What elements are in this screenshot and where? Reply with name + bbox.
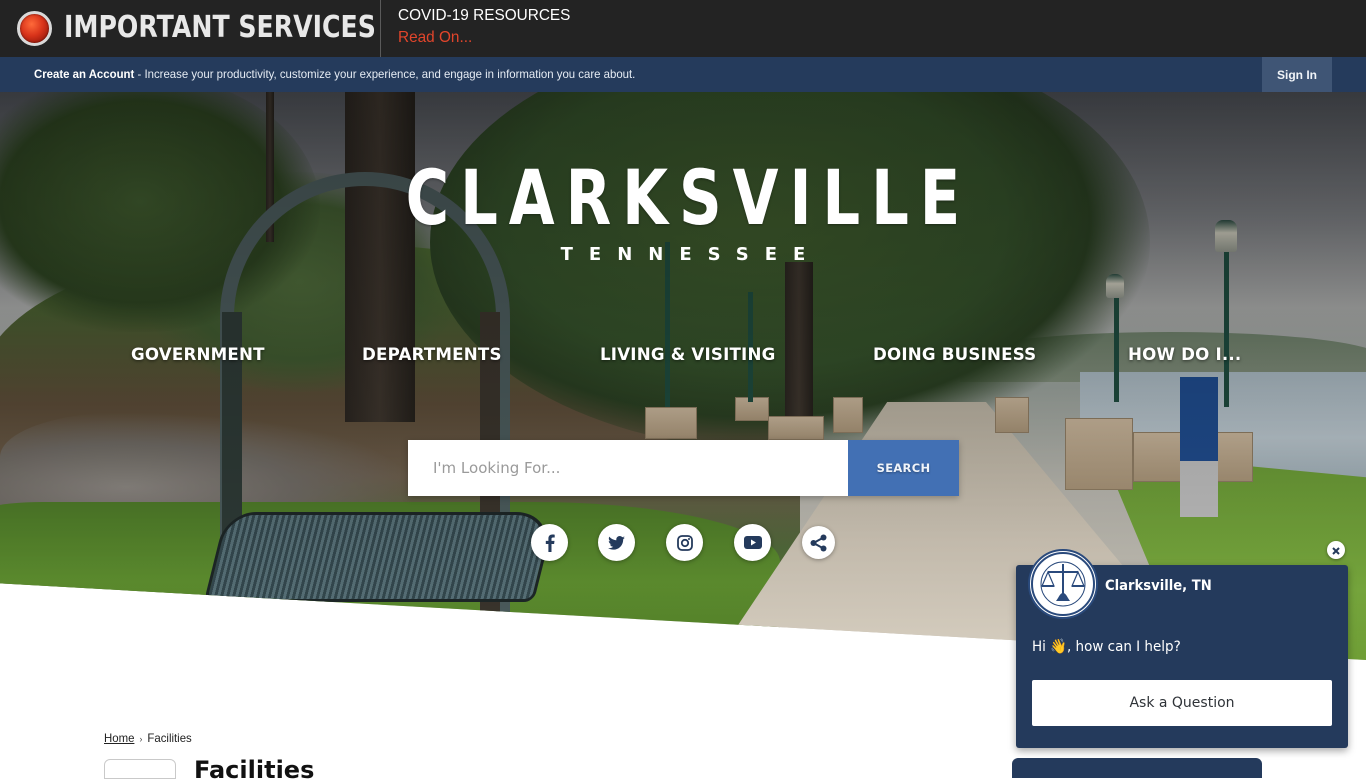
search-button[interactable]: SEARCH — [848, 440, 959, 496]
chat-close-button[interactable] — [1327, 541, 1345, 559]
nav-item-departments[interactable]: DEPARTMENTS — [362, 345, 502, 365]
main-navigation: GOVERNMENT DEPARTMENTS LIVING & VISITING… — [0, 345, 1366, 371]
site-search: SEARCH — [408, 440, 959, 496]
site-logo-state: TENNESSEE — [560, 244, 822, 265]
chat-org-name: Clarksville, TN — [1105, 578, 1212, 594]
instagram-link[interactable] — [666, 524, 703, 561]
alert-indicator-icon — [17, 11, 52, 46]
youtube-link[interactable] — [734, 524, 771, 561]
breadcrumb-home-link[interactable]: Home — [104, 731, 134, 745]
breadcrumb-separator: › — [139, 734, 143, 744]
alert-heading: COVID-19 RESOURCES — [398, 7, 571, 24]
account-message-text: - Increase your productivity, customize … — [134, 67, 636, 81]
read-on-link[interactable]: Read On... — [398, 29, 472, 47]
close-icon — [1332, 543, 1340, 558]
twitter-icon — [608, 535, 625, 550]
nav-item-doing-business[interactable]: DOING BUSINESS — [873, 345, 1036, 365]
account-message: Create an Account - Increase your produc… — [34, 67, 635, 81]
share-link[interactable] — [802, 526, 835, 559]
chat-greeting: Hi 👋, how can I help? — [1032, 639, 1181, 655]
ask-question-button[interactable]: Ask a Question — [1032, 680, 1332, 726]
breadcrumb-current: Facilities — [147, 731, 192, 745]
alert-bar: IMPORTANT SERVICES COVID-19 RESOURCES Re… — [0, 0, 1366, 57]
nav-item-living-visiting[interactable]: LIVING & VISITING — [600, 345, 775, 365]
account-bar: Create an Account - Increase your produc… — [0, 57, 1366, 92]
page-tools-box[interactable] — [104, 759, 176, 779]
site-logo-city[interactable]: CLARKSVILLE — [150, 160, 1215, 236]
create-account-link[interactable]: Create an Account — [34, 67, 134, 81]
sign-in-button[interactable]: Sign In — [1262, 57, 1332, 92]
twitter-link[interactable] — [598, 524, 635, 561]
nav-item-how-do-i[interactable]: HOW DO I... — [1128, 345, 1241, 365]
youtube-icon — [743, 536, 762, 549]
alert-title: IMPORTANT SERVICES — [64, 10, 376, 45]
alert-divider — [380, 0, 381, 57]
city-seal-icon — [1028, 549, 1098, 619]
search-input[interactable] — [408, 440, 848, 496]
page-title: Facilities — [194, 756, 315, 784]
instagram-icon — [676, 534, 693, 551]
breadcrumb: Home › Facilities — [104, 731, 192, 745]
sidebar-panel — [1012, 758, 1262, 778]
share-icon — [810, 534, 827, 552]
nav-item-government[interactable]: GOVERNMENT — [131, 345, 265, 365]
facebook-icon — [543, 534, 557, 552]
facebook-link[interactable] — [531, 524, 568, 561]
